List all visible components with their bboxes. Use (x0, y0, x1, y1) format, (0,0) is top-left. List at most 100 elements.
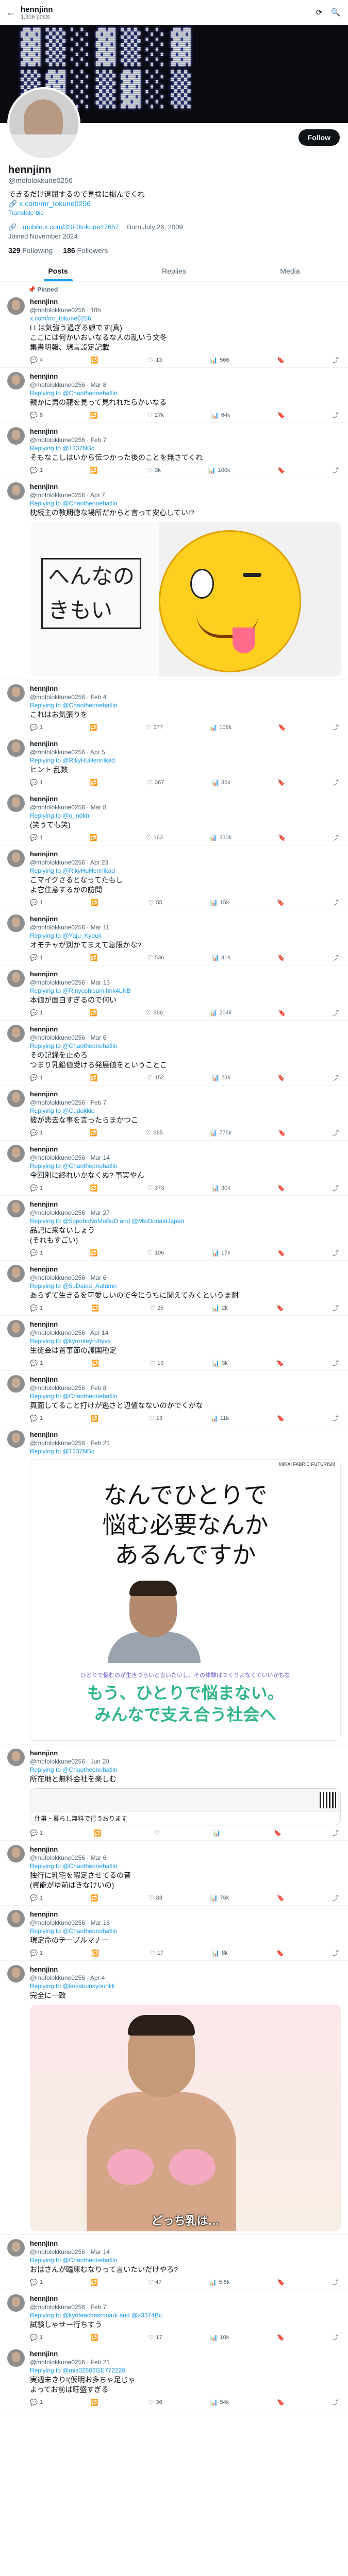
bookmark-button[interactable]: 🔖 (274, 1828, 281, 1837)
views-button[interactable]: 📊 23k (211, 1073, 230, 1082)
tweet[interactable]: hennjinn @mofolokkune0256 · Mar 8 Replying… (0, 790, 348, 845)
views-button[interactable]: 📊 17k (211, 1248, 230, 1257)
tweet-author[interactable]: hennjinn (30, 1145, 58, 1153)
reply-target[interactable]: Replying to @kosabunkyounkk (30, 1982, 115, 1990)
views-button[interactable]: 📊 54k (210, 2398, 229, 2406)
tweet-author[interactable]: hennjinn (30, 1845, 58, 1853)
bookmark-button[interactable]: 🔖 (278, 833, 286, 842)
like-button[interactable]: ♡ 17 (148, 2333, 162, 2342)
tweet-author[interactable]: hennjinn (30, 740, 58, 748)
reply-button[interactable]: 💬 1 (30, 898, 43, 907)
views-button[interactable]: 📊 330k (209, 833, 231, 842)
tweet[interactable]: hennjinn @mofolokkune0256 · Feb 7 Replying… (0, 423, 348, 478)
repost-button[interactable]: 🔁 (94, 1828, 104, 1837)
tweet[interactable]: hennjinn @mofolokkune0256 · Mar 6 Replying… (0, 1021, 348, 1086)
tweet-avatar[interactable] (7, 1090, 25, 1107)
views-button[interactable]: 📊 5.5k (209, 2278, 230, 2286)
share-button[interactable]: ⤴ (333, 1948, 339, 1957)
reply-target[interactable]: Replying to @RikyHuHennikad (30, 867, 115, 874)
tweet-author[interactable]: hennjinn (30, 2350, 58, 2358)
share-button[interactable]: ⤴ (333, 1248, 339, 1257)
tweet-avatar[interactable] (7, 2294, 25, 2312)
bio-line-2[interactable]: 🔗 x.com/mr_tokune0256 (8, 199, 340, 208)
bookmark-button[interactable]: 🔖 (277, 953, 285, 962)
repost-button[interactable]: 🔁 (90, 1073, 100, 1082)
reply-target[interactable]: Replying to @kyoroteyrubyve (30, 1337, 111, 1345)
repost-button[interactable]: 🔁 (89, 723, 99, 732)
reply-button[interactable]: 💬 1 (30, 1008, 43, 1017)
bookmark-button[interactable]: 🔖 (277, 2278, 285, 2286)
views-button[interactable]: 📊 (213, 1828, 223, 1837)
repost-button[interactable]: 🔁 (90, 2278, 100, 2286)
share-button[interactable]: ⤴ (333, 1828, 339, 1837)
tab-posts[interactable]: Posts (0, 260, 116, 281)
views-button[interactable]: 📊 15k (210, 898, 229, 907)
reply-target[interactable]: Replying to @Cudokkie (30, 1107, 95, 1114)
profile-link[interactable]: mobile.x.com/3SF0tokune47657 (23, 223, 119, 231)
reply-button[interactable]: 💬 1 (30, 723, 43, 732)
tweet-image[interactable]: どっち乳は… (30, 2005, 341, 2231)
repost-button[interactable]: 🔁 (90, 411, 100, 419)
repost-button[interactable]: 🔁 (91, 2398, 101, 2406)
reply-button[interactable]: 💬 1 (30, 1303, 43, 1312)
follow-button[interactable]: Follow (298, 129, 340, 146)
share-button[interactable]: ⤴ (333, 1303, 339, 1312)
bookmark-button[interactable]: 🔖 (278, 723, 286, 732)
reply-button[interactable]: 💬 8 (30, 411, 43, 419)
reply-target[interactable]: Replying to @Chaotheonehatlin (30, 1862, 118, 1870)
views-button[interactable]: 📊 2k (212, 1303, 228, 1312)
repost-button[interactable]: 🔁 (90, 778, 100, 787)
like-button[interactable]: ♡ 55 (148, 898, 162, 907)
views-button[interactable]: 📊 566 (210, 355, 229, 364)
like-button[interactable]: ♡ 17 (150, 1948, 163, 1957)
tweet-avatar[interactable] (7, 794, 25, 812)
reply-button[interactable]: 💬 1 (30, 1073, 43, 1082)
like-button[interactable]: ♡ 365 (146, 1128, 163, 1137)
tweet[interactable]: hennjinn @mofolokkune0256 · Feb 8 Replying… (0, 1371, 348, 1426)
tweet[interactable]: hennjinn @mofolokkune0256 · Mar 13 Replyin… (0, 965, 348, 1021)
reply-target[interactable]: Replying to @Yaju_Kyouji (30, 932, 101, 939)
tweet[interactable]: hennjinn @mofolokkune0256 · Jun 20 Replyin… (0, 1744, 348, 1841)
share-button[interactable]: ⤴ (333, 1008, 339, 1017)
tweet-author[interactable]: hennjinn (30, 850, 58, 858)
followers-label[interactable]: Followers (77, 246, 108, 255)
repost-button[interactable]: 🔁 (91, 1414, 101, 1422)
followers-count[interactable]: 186 (63, 246, 75, 255)
following-label[interactable]: Following (22, 246, 53, 255)
share-button[interactable]: ⤴ (333, 411, 339, 419)
profile-avatar[interactable] (7, 87, 80, 160)
tweet[interactable]: hennjinn @mofolokkune0256 · Mar 27 Replyin… (0, 1196, 348, 1261)
reply-button[interactable]: 💬 1 (30, 1828, 43, 1837)
views-button[interactable]: 📊 204k (209, 1008, 231, 1017)
reply-button[interactable]: 💬 1 (30, 466, 43, 474)
bookmark-button[interactable]: 🔖 (276, 1303, 284, 1312)
views-button[interactable]: 📊 35k (211, 778, 230, 787)
bookmark-button[interactable]: 🔖 (278, 1008, 286, 1017)
tweet-avatar[interactable] (7, 2239, 25, 2257)
views-button[interactable]: 📊 10k (210, 2333, 229, 2342)
reply-target[interactable]: Replying to @RikyHuHennikad (30, 757, 115, 764)
share-button[interactable]: ⤴ (333, 466, 339, 474)
repost-button[interactable]: 🔁 (91, 1948, 101, 1957)
reply-target[interactable]: Replying to @kyoteachasrquark and @z3374… (30, 2312, 162, 2319)
tweet-avatar[interactable] (7, 427, 25, 445)
tweet-avatar[interactable] (7, 482, 25, 500)
like-button[interactable]: ♡ 33 (148, 1893, 162, 1902)
reply-target[interactable]: Replying to @Chaotheonehatlin (30, 2257, 118, 2264)
reply-target[interactable]: Replying to @Chaotheonehatlin (30, 1393, 118, 1400)
link-card[interactable]: 仕事・暮らし無料で行うおります (30, 1788, 341, 1825)
like-button[interactable]: ♡ (155, 1828, 162, 1837)
repost-button[interactable]: 🔁 (91, 1893, 101, 1902)
bookmark-button[interactable]: 🔖 (277, 1073, 285, 1082)
share-button[interactable]: ⤴ (333, 2333, 339, 2342)
tab-media[interactable]: Media (232, 260, 348, 281)
search-icon[interactable]: 🔍 (329, 8, 342, 17)
tweet-author[interactable]: hennjinn (30, 1376, 58, 1383)
following-count[interactable]: 329 (8, 246, 20, 255)
tweet-avatar[interactable] (7, 1200, 25, 1217)
repost-button[interactable]: 🔁 (89, 833, 99, 842)
reply-target[interactable]: Replying to @mis02603GE772220 (30, 2367, 125, 2374)
reply-target[interactable]: x.com/mr_tokune0256 (30, 315, 91, 322)
share-button[interactable]: ⤴ (333, 1128, 339, 1137)
tweet[interactable]: hennjinn @mofolokkune0256 · 10h x.com/mr_t… (0, 293, 348, 368)
